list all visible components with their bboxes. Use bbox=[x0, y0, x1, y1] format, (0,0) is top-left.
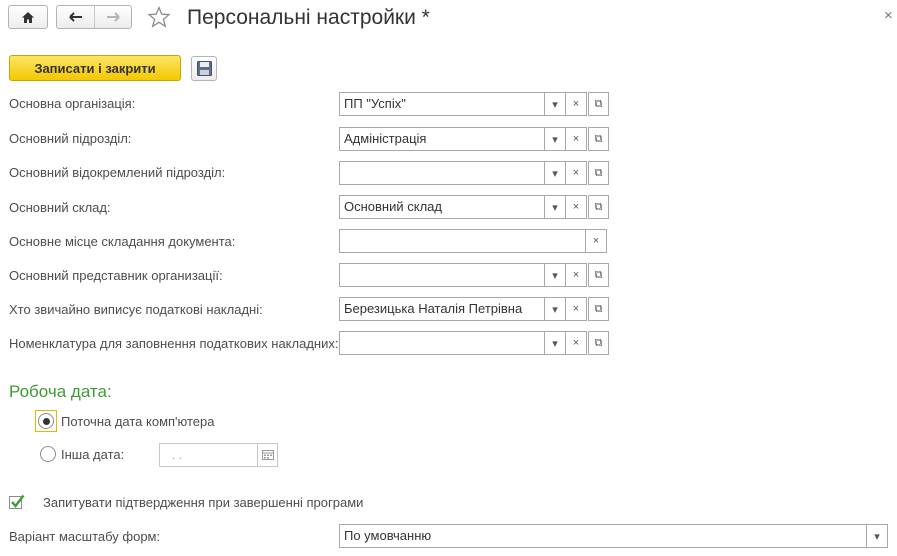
main-organization-label: Основна організація: bbox=[9, 96, 136, 111]
back-button[interactable] bbox=[57, 6, 94, 28]
open-icon[interactable]: ⧉ bbox=[588, 195, 609, 219]
working-date-title: Робоча дата: bbox=[9, 382, 112, 401]
radio-focus-frame bbox=[35, 410, 57, 432]
open-icon[interactable]: ⧉ bbox=[588, 331, 609, 355]
tax-nomenclature-label: Номенклатура для заповнення податкових н… bbox=[9, 336, 339, 351]
main-representative-input[interactable] bbox=[339, 263, 545, 287]
separate-department-input[interactable] bbox=[339, 161, 545, 185]
forward-button[interactable] bbox=[94, 6, 131, 28]
radio-other-date-label: Інша дата: bbox=[61, 446, 125, 462]
open-icon[interactable]: ⧉ bbox=[588, 127, 609, 151]
radio-current-date[interactable]: Поточна дата комп'ютера bbox=[35, 410, 215, 432]
confirm-exit-row[interactable]: Запитувати підтвердження при завершенні … bbox=[9, 494, 363, 510]
dropdown-arrow-icon[interactable]: ▾ bbox=[545, 92, 566, 116]
radio-current-date-label: Поточна дата комп'ютера bbox=[61, 413, 215, 429]
dropdown-arrow-icon[interactable]: ▾ bbox=[545, 263, 566, 287]
checkbox-checked-icon[interactable] bbox=[9, 494, 25, 510]
form-scale-input[interactable]: По умовчанню bbox=[339, 524, 867, 548]
main-organization-input[interactable]: ПП "Успіх" bbox=[339, 92, 545, 116]
tax-invoice-issuer-input[interactable]: Березицька Наталія Петрівна bbox=[339, 297, 545, 321]
dropdown-arrow-icon[interactable]: ▾ bbox=[867, 524, 888, 548]
form-scale-label: Варіант масштабу форм: bbox=[9, 529, 161, 544]
main-department-input[interactable]: Адміністрація bbox=[339, 127, 545, 151]
clear-icon[interactable]: × bbox=[566, 127, 587, 151]
document-place-label: Основне місце складання документа: bbox=[9, 234, 236, 249]
clear-icon[interactable]: × bbox=[586, 229, 607, 253]
dropdown-arrow-icon[interactable]: ▾ bbox=[545, 297, 566, 321]
arrow-left-icon bbox=[68, 12, 82, 22]
open-icon[interactable]: ⧉ bbox=[588, 297, 609, 321]
arrow-right-icon bbox=[107, 12, 120, 22]
form-scale-field: По умовчанню ▾ bbox=[339, 524, 888, 548]
clear-icon[interactable]: × bbox=[566, 195, 587, 219]
clear-icon[interactable]: × bbox=[566, 161, 587, 185]
clear-icon[interactable]: × bbox=[566, 263, 587, 287]
clear-icon[interactable]: × bbox=[566, 297, 587, 321]
main-department-label: Основний підрозділ: bbox=[9, 131, 132, 146]
clear-icon[interactable]: × bbox=[566, 331, 587, 355]
separate-department-field: ▾ × ⧉ bbox=[339, 161, 609, 185]
radio-button-unselected[interactable] bbox=[40, 446, 56, 462]
home-icon bbox=[22, 11, 34, 23]
other-date-input[interactable]: . . bbox=[159, 443, 257, 467]
dropdown-arrow-icon[interactable]: ▾ bbox=[545, 195, 566, 219]
calendar-button[interactable] bbox=[257, 443, 278, 467]
close-icon[interactable]: × bbox=[884, 8, 893, 24]
document-place-field: × bbox=[339, 229, 607, 253]
tax-nomenclature-input[interactable] bbox=[339, 331, 545, 355]
favorite-star-icon[interactable] bbox=[147, 6, 171, 28]
open-icon[interactable]: ⧉ bbox=[588, 161, 609, 185]
home-button[interactable] bbox=[8, 5, 48, 29]
open-icon[interactable]: ⧉ bbox=[588, 92, 609, 116]
radio-button-selected[interactable] bbox=[38, 413, 54, 429]
tax-nomenclature-field: ▾ × ⧉ bbox=[339, 331, 609, 355]
main-department-field: Адміністрація ▾ × ⧉ bbox=[339, 127, 609, 151]
calendar-icon bbox=[261, 450, 274, 460]
save-button[interactable] bbox=[191, 56, 217, 81]
history-nav bbox=[56, 5, 132, 29]
main-representative-label: Основний представник организації: bbox=[9, 268, 223, 283]
confirm-exit-label: Запитувати підтвердження при завершенні … bbox=[43, 494, 364, 510]
radio-other-date[interactable]: Інша дата: bbox=[40, 446, 124, 462]
dropdown-arrow-icon[interactable]: ▾ bbox=[545, 331, 566, 355]
open-icon[interactable]: ⧉ bbox=[588, 263, 609, 287]
dropdown-arrow-icon[interactable]: ▾ bbox=[545, 127, 566, 151]
main-organization-field: ПП "Успіх" ▾ × ⧉ bbox=[339, 92, 609, 116]
main-warehouse-label: Основний склад: bbox=[9, 200, 111, 215]
save-and-close-button[interactable]: Записати і закрити bbox=[9, 55, 181, 81]
document-place-input[interactable] bbox=[339, 229, 586, 253]
main-warehouse-input[interactable]: Основний склад bbox=[339, 195, 545, 219]
page-title: Персональні настройки * bbox=[187, 6, 430, 29]
main-representative-field: ▾ × ⧉ bbox=[339, 263, 609, 287]
tax-invoice-issuer-field: Березицька Наталія Петрівна ▾ × ⧉ bbox=[339, 297, 609, 321]
clear-icon[interactable]: × bbox=[566, 92, 587, 116]
other-date-field: . . bbox=[159, 443, 279, 467]
floppy-disk-icon bbox=[196, 61, 212, 76]
main-warehouse-field: Основний склад ▾ × ⧉ bbox=[339, 195, 609, 219]
dropdown-arrow-icon[interactable]: ▾ bbox=[545, 161, 566, 185]
tax-invoice-issuer-label: Хто звичайно виписує податкові накладні: bbox=[9, 302, 263, 317]
separate-department-label: Основний відокремлений підрозділ: bbox=[9, 165, 226, 180]
